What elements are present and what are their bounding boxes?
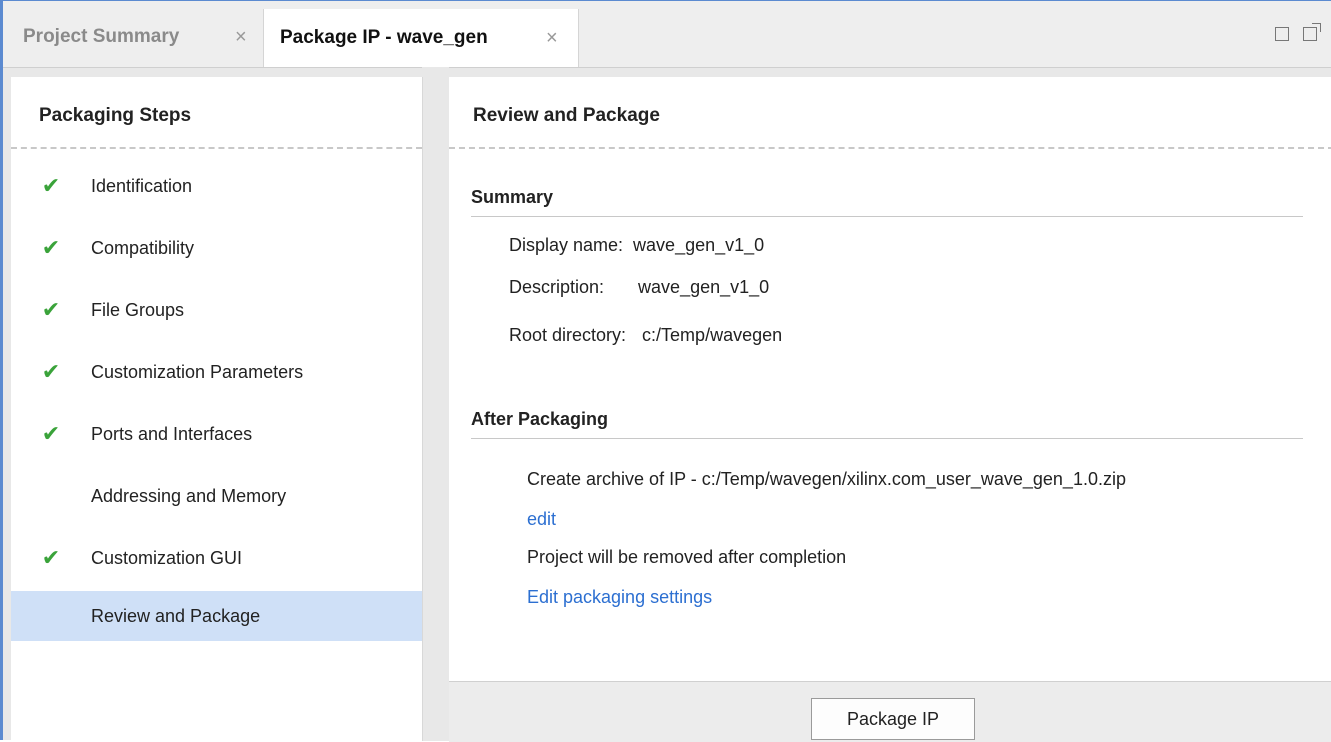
tab-package-ip[interactable]: Package IP - wave_gen × <box>263 9 579 67</box>
review-and-package-panel: Review and Package Summary Display name:… <box>449 77 1331 742</box>
description-value: wave_gen_v1_0 <box>638 277 770 297</box>
step-identification[interactable]: ✔ Identification <box>11 161 422 211</box>
tab-project-summary-label: Project Summary <box>23 26 180 47</box>
window-controls <box>1275 23 1321 41</box>
checkmark-icon: ✔ <box>41 173 61 198</box>
maximize-icon[interactable] <box>1275 27 1289 41</box>
close-icon[interactable]: × <box>235 26 247 49</box>
checkmark-icon: ✔ <box>41 545 61 570</box>
checkmark-icon: ✔ <box>41 297 61 322</box>
restore-icon[interactable] <box>1303 23 1321 41</box>
divider <box>449 147 1331 149</box>
checkmark-icon: ✔ <box>41 421 61 446</box>
divider <box>11 147 422 149</box>
step-label: Compatibility <box>91 237 195 258</box>
tab-project-summary[interactable]: Project Summary × <box>7 9 263 65</box>
step-customization-parameters[interactable]: ✔ Customization Parameters <box>11 347 422 397</box>
button-bar: Package IP <box>449 681 1331 742</box>
checkmark-icon: ✔ <box>41 359 61 384</box>
root-directory-value: c:/Temp/wavegen <box>642 325 783 345</box>
edit-packaging-settings-link[interactable]: Edit packaging settings <box>527 587 712 608</box>
panel-splitter[interactable] <box>422 67 449 741</box>
description-label: Description: <box>509 277 605 297</box>
display-name-label: Display name: <box>509 235 624 255</box>
tab-bar: Project Summary × Package IP - wave_gen … <box>3 1 1331 68</box>
project-removed-text: Project will be removed after completion <box>527 547 847 567</box>
step-label: Review and Package <box>91 605 261 626</box>
archive-text: Create archive of IP - c:/Temp/wavegen/x… <box>527 469 1126 489</box>
edit-archive-link[interactable]: edit <box>527 509 556 530</box>
packaging-steps-title: Packaging Steps <box>39 105 192 126</box>
step-customization-gui[interactable]: ✔ Customization GUI <box>11 533 422 583</box>
review-and-package-title: Review and Package <box>473 105 660 126</box>
after-packaging-heading: After Packaging <box>471 409 1303 439</box>
package-ip-window: Project Summary × Package IP - wave_gen … <box>0 0 1331 742</box>
package-ip-button[interactable]: Package IP <box>811 698 975 740</box>
packaging-steps-panel: Packaging Steps ✔ Identification ✔ Compa… <box>11 77 423 741</box>
step-addressing-and-memory[interactable]: Addressing and Memory <box>11 471 422 521</box>
step-label: Customization GUI <box>91 547 243 568</box>
step-file-groups[interactable]: ✔ File Groups <box>11 285 422 335</box>
display-name-value: wave_gen_v1_0 <box>633 235 765 255</box>
close-icon[interactable]: × <box>546 27 558 50</box>
step-review-and-package[interactable]: Review and Package <box>11 591 422 641</box>
step-label: Addressing and Memory <box>91 485 287 506</box>
root-directory-label: Root directory: <box>509 325 627 345</box>
checkmark-icon: ✔ <box>41 235 61 260</box>
display-name-row: Display name: wave_gen_v1_0 <box>509 235 764 256</box>
tab-package-ip-label: Package IP - wave_gen <box>280 27 488 48</box>
step-label: Ports and Interfaces <box>91 423 253 444</box>
root-directory-row: Root directory: c:/Temp/wavegen <box>509 325 782 346</box>
step-compatibility[interactable]: ✔ Compatibility <box>11 223 422 273</box>
summary-heading: Summary <box>471 187 1303 217</box>
description-row: Description: wave_gen_v1_0 <box>509 277 769 298</box>
step-label: File Groups <box>91 299 185 320</box>
step-label: Identification <box>91 175 193 196</box>
step-ports-and-interfaces[interactable]: ✔ Ports and Interfaces <box>11 409 422 459</box>
step-label: Customization Parameters <box>91 361 304 382</box>
